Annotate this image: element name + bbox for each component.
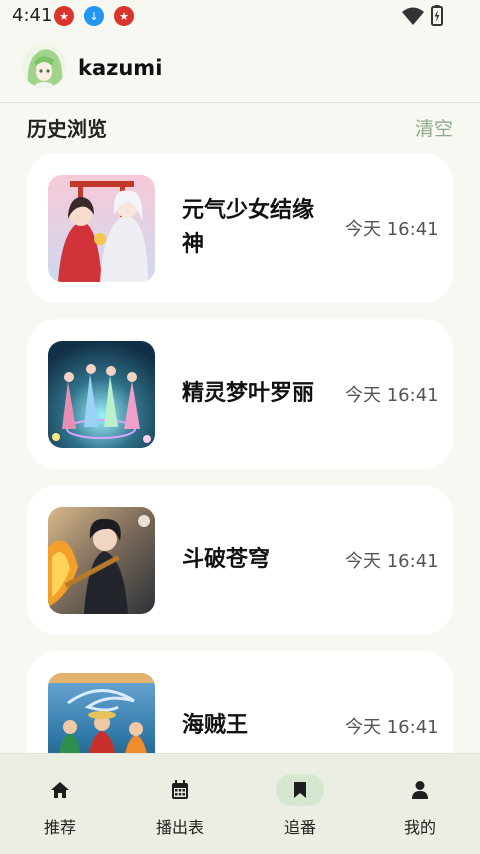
- nav-following[interactable]: 追番: [240, 754, 360, 854]
- status-bar: 4:41 ★ ↓ ★: [0, 0, 480, 32]
- battery-icon: [431, 5, 443, 26]
- watch-time: 今天 16:41: [345, 385, 439, 406]
- status-time: 4:41: [12, 5, 53, 26]
- app-header: kazumi: [0, 32, 480, 103]
- history-item[interactable]: 海贼王 今天 16:41: [27, 651, 453, 753]
- clear-button[interactable]: 清空: [415, 114, 453, 141]
- home-icon: [36, 774, 84, 806]
- nav-label: 追番: [283, 818, 316, 837]
- bookmark-icon: [276, 774, 324, 806]
- nav-schedule[interactable]: 播出表: [120, 754, 240, 854]
- anime-title: 精灵梦叶罗丽: [182, 381, 315, 406]
- anime-cover-image: [48, 175, 155, 282]
- nav-label: 我的: [403, 818, 436, 837]
- history-item[interactable]: 元气少女结缘神 今天 16:41: [27, 153, 453, 303]
- avatar[interactable]: [22, 44, 66, 88]
- bottom-navigation: 推荐 播出表 追番 我的: [0, 753, 480, 854]
- watch-time: 今天 16:41: [345, 219, 439, 240]
- app-notification-icon: ★: [114, 6, 134, 26]
- anime-title: 斗破苍穹: [182, 547, 271, 572]
- page-title: 历史浏览: [27, 117, 107, 141]
- watch-time: 今天 16:41: [345, 551, 439, 572]
- anime-cover-image: [48, 507, 155, 614]
- calendar-icon: [156, 774, 204, 806]
- nav-recommend[interactable]: 推荐: [0, 754, 120, 854]
- anime-cover-image: [48, 673, 155, 753]
- history-list: 元气少女结缘神 今天 16:41 精灵梦叶罗丽 今天 16:41 斗破苍穹 今天…: [27, 153, 453, 753]
- history-item[interactable]: 斗破苍穹 今天 16:41: [27, 485, 453, 635]
- wifi-icon: [402, 7, 424, 25]
- watch-time: 今天 16:41: [345, 717, 439, 738]
- history-item[interactable]: 精灵梦叶罗丽 今天 16:41: [27, 319, 453, 469]
- person-icon: [396, 774, 444, 806]
- nav-label: 推荐: [43, 818, 76, 837]
- nav-label: 播出表: [155, 818, 204, 837]
- app-notification-icon: ★: [54, 6, 74, 26]
- username: kazumi: [78, 56, 163, 80]
- anime-cover-image: [48, 341, 155, 448]
- anime-title: 海贼王: [182, 713, 249, 738]
- nav-profile[interactable]: 我的: [360, 754, 480, 854]
- download-notification-icon: ↓: [84, 6, 104, 26]
- anime-title: 元气少女结缘神: [182, 198, 315, 257]
